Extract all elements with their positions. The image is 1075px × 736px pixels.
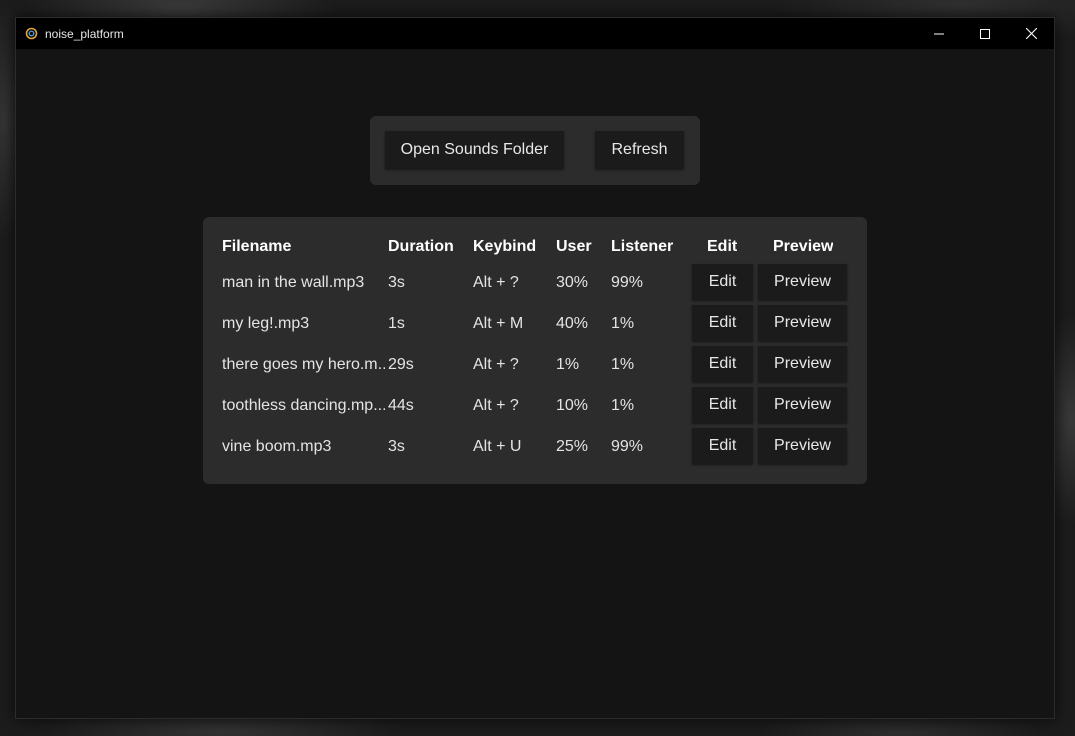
edit-button[interactable]: Edit	[692, 428, 753, 464]
preview-button[interactable]: Preview	[758, 387, 847, 423]
edit-button[interactable]: Edit	[692, 346, 753, 382]
row-duration: 3s	[388, 438, 405, 455]
row-user-volume: 10%	[556, 397, 589, 414]
row-listener-volume: 1%	[611, 397, 635, 414]
window-title: noise_platform	[45, 26, 124, 41]
sounds-table: Filename Duration Keybind User Listener …	[203, 217, 867, 484]
row-duration: 1s	[388, 315, 405, 332]
row-user-volume: 25%	[556, 438, 589, 455]
row-filename: vine boom.mp3	[222, 438, 332, 455]
row-filename: man in the wall.mp3	[222, 274, 365, 291]
row-keybind: Alt + ?	[473, 397, 519, 414]
edit-button[interactable]: Edit	[692, 264, 753, 300]
toolbar-panel: Open Sounds Folder Refresh	[370, 116, 700, 185]
row-user-volume: 1%	[556, 356, 580, 373]
column-header-edit: Edit	[707, 238, 738, 255]
row-filename: toothless dancing.mp...	[222, 397, 385, 414]
column-header-keybind: Keybind	[473, 238, 537, 255]
main-content: Open Sounds Folder Refresh Filename Dura…	[16, 49, 1054, 718]
column-header-user: User	[556, 238, 592, 255]
row-filename: there goes my hero.m...	[222, 356, 385, 373]
row-duration: 44s	[388, 397, 414, 414]
app-logo-icon	[25, 27, 38, 40]
row-duration: 29s	[388, 356, 414, 373]
app-window: noise_platform Open Sounds Folder Refres…	[15, 17, 1055, 719]
preview-button[interactable]: Preview	[758, 428, 847, 464]
edit-button[interactable]: Edit	[692, 305, 753, 341]
row-keybind: Alt + ?	[473, 274, 519, 291]
row-listener-volume: 99%	[611, 274, 644, 291]
preview-button[interactable]: Preview	[758, 264, 847, 300]
row-keybind: Alt + M	[473, 315, 524, 332]
title-bar[interactable]: noise_platform	[16, 18, 1054, 49]
row-listener-volume: 99%	[611, 438, 644, 455]
maximize-button[interactable]	[962, 18, 1008, 49]
open-sounds-folder-button[interactable]: Open Sounds Folder	[385, 131, 564, 169]
minimize-icon	[934, 33, 944, 34]
preview-button[interactable]: Preview	[758, 346, 847, 382]
window-controls	[916, 18, 1054, 49]
column-header-filename: Filename	[222, 238, 292, 255]
close-button[interactable]	[1008, 18, 1054, 49]
column-header-duration: Duration	[388, 238, 454, 255]
close-icon	[1025, 28, 1037, 39]
row-user-volume: 40%	[556, 315, 589, 332]
row-user-volume: 30%	[556, 274, 589, 291]
edit-button[interactable]: Edit	[692, 387, 753, 423]
column-header-preview: Preview	[773, 238, 834, 255]
row-listener-volume: 1%	[611, 315, 635, 332]
row-duration: 3s	[388, 274, 405, 291]
row-keybind: Alt + U	[473, 438, 522, 455]
minimize-button[interactable]	[916, 18, 962, 49]
column-header-listener: Listener	[611, 238, 674, 255]
preview-button[interactable]: Preview	[758, 305, 847, 341]
row-listener-volume: 1%	[611, 356, 635, 373]
row-filename: my leg!.mp3	[222, 315, 310, 332]
row-keybind: Alt + ?	[473, 356, 519, 373]
maximize-icon	[980, 28, 990, 39]
refresh-button[interactable]: Refresh	[595, 131, 684, 169]
